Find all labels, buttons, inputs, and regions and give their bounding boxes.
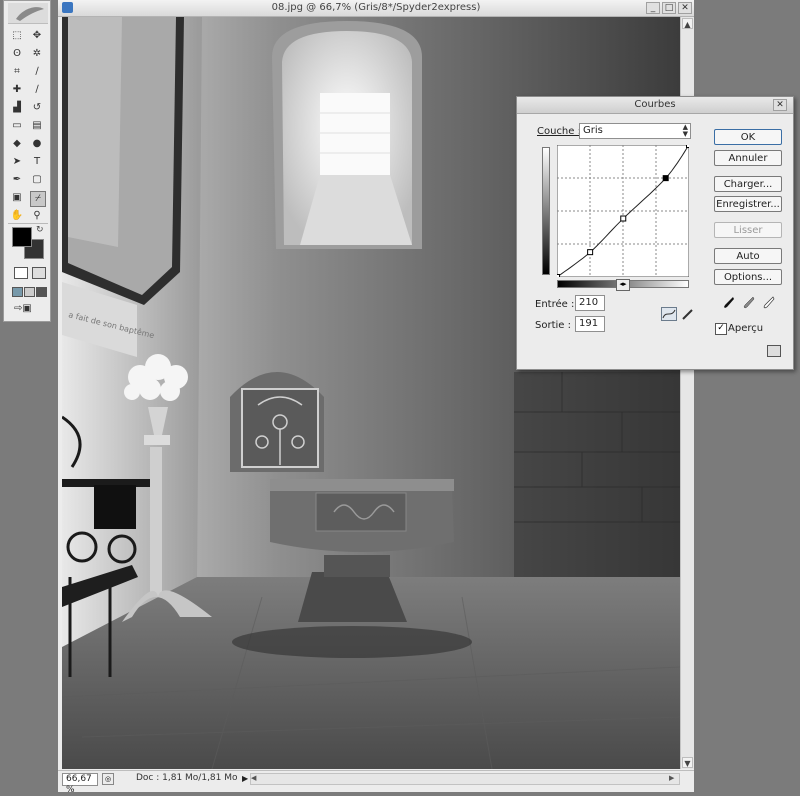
eyedropper-tool-icon[interactable]: ⌿ [30, 191, 46, 207]
gradient-toggle-icon[interactable]: ◂▸ [616, 279, 630, 291]
smooth-button[interactable]: Lisser [714, 222, 782, 238]
curve-control-point[interactable] [662, 175, 669, 182]
output-gradient-bar [542, 147, 550, 275]
status-bar: 66,67 % ◎ Doc : 1,81 Mo/1,81 Mo ▶ ◀ ▶ [58, 770, 694, 795]
black-point-eyedropper-icon[interactable] [723, 296, 735, 313]
load-button[interactable]: Charger... [714, 176, 782, 192]
scroll-left-arrow-icon[interactable]: ◀ [251, 774, 256, 782]
curve-control-point[interactable] [686, 145, 690, 148]
channel-label: Couche : [537, 126, 581, 137]
document-titlebar[interactable]: 08.jpg @ 66,7% (Gris/8*/Spyder2express) … [58, 0, 694, 17]
swap-colors-icon[interactable]: ↻ [36, 225, 44, 235]
auto-button[interactable]: Auto [714, 248, 782, 264]
healing-brush-tool-icon[interactable]: ✚ [10, 83, 24, 97]
screen-mode-standard-icon[interactable] [12, 287, 23, 297]
move-tool-icon[interactable]: ✥ [30, 29, 44, 43]
quick-mask-mode-icon[interactable] [32, 267, 46, 279]
photoshop-feather-logo [8, 3, 48, 24]
preview-checkbox[interactable]: ✓ [715, 323, 727, 335]
magic-wand-tool-icon[interactable]: ✲ [30, 47, 44, 61]
crop-tool-icon[interactable]: ⌗ [10, 65, 24, 79]
options-button[interactable]: Options... [714, 269, 782, 285]
save-button[interactable]: Enregistrer... [714, 196, 782, 212]
slice-tool-icon[interactable]: ∕ [30, 65, 44, 79]
jump-to-imageready-icon[interactable]: ⇨▣ [14, 303, 42, 315]
cancel-button[interactable]: Annuler [714, 150, 782, 166]
document-title: 08.jpg @ 66,7% (Gris/8*/Spyder2express) [271, 2, 481, 13]
gray-point-eyedropper-icon[interactable] [743, 296, 755, 313]
curves-dialog-title: Courbes [634, 99, 676, 110]
status-menu-icon[interactable]: ◎ [102, 773, 114, 785]
dodge-tool-icon[interactable]: ● [30, 137, 44, 151]
path-selection-tool-icon[interactable]: ➤ [10, 155, 24, 169]
curve-control-point[interactable] [557, 274, 560, 278]
input-label: Entrée : [535, 299, 575, 310]
status-arrow-icon[interactable]: ▶ [242, 774, 248, 783]
scroll-right-arrow-icon[interactable]: ▶ [669, 774, 674, 782]
foreground-color-swatch[interactable] [12, 227, 32, 247]
maximize-button[interactable]: □ [662, 2, 676, 14]
curve-control-point[interactable] [620, 215, 627, 222]
clone-stamp-tool-icon[interactable]: ▟ [10, 101, 24, 115]
close-button[interactable]: ✕ [678, 2, 692, 14]
output-label: Sortie : [535, 320, 571, 331]
pen-tool-icon[interactable]: ✒ [10, 173, 24, 187]
gradient-tool-icon[interactable]: ▤ [30, 119, 44, 133]
preview-label: Aperçu [728, 323, 764, 334]
curves-dialog: Courbes ✕ Couche : Gris ▲ ▼ ◂▸ Entrée : 2… [516, 96, 794, 370]
ok-button[interactable]: OK [714, 129, 782, 145]
eraser-tool-icon[interactable]: ▭ [10, 119, 24, 133]
zoom-tool-icon[interactable]: ⚲ [30, 209, 44, 223]
select-arrows-icon: ▲ ▼ [682, 123, 688, 138]
blur-tool-icon[interactable]: ◆ [10, 137, 24, 151]
brush-tool-icon[interactable]: ∕ [30, 83, 44, 97]
shape-tool-icon[interactable]: ▢ [30, 173, 44, 187]
notes-tool-icon[interactable]: ▣ [10, 191, 24, 205]
curve-control-point[interactable] [587, 249, 594, 256]
white-point-eyedropper-icon[interactable] [763, 296, 775, 313]
toolbox-panel: ⬚ ✥ ʘ ✲ ⌗ ∕ ✚ ∕ ▟ ↺ ▭ ▤ ◆ ● ➤ T ✒ ▢ ▣ ⌿ ✋ ⚲ ↻ ⇨▣ [3, 0, 51, 322]
input-value-field[interactable]: 210 [575, 295, 605, 311]
minimize-button[interactable]: _ [646, 2, 660, 14]
standard-mode-icon[interactable] [14, 267, 28, 279]
hand-tool-icon[interactable]: ✋ [10, 209, 24, 223]
output-value-field[interactable]: 191 [575, 316, 605, 332]
channel-select[interactable]: Gris ▲ ▼ [579, 123, 691, 139]
curve-points-tool-icon[interactable] [661, 307, 677, 321]
zoom-level-field[interactable]: 66,67 % [62, 773, 98, 795]
curve-pencil-tool-icon[interactable] [681, 307, 695, 321]
history-brush-tool-icon[interactable]: ↺ [30, 101, 44, 115]
screen-mode-full-icon[interactable] [36, 287, 47, 297]
scroll-up-arrow-icon[interactable]: ▲ [682, 18, 693, 29]
dialog-close-button[interactable]: ✕ [773, 99, 787, 111]
screen-mode-menu-icon[interactable] [24, 287, 35, 297]
curves-dialog-titlebar[interactable]: Courbes ✕ [517, 97, 793, 114]
scroll-down-arrow-icon[interactable]: ▼ [682, 757, 693, 768]
marquee-tool-icon[interactable]: ⬚ [10, 29, 24, 43]
curve-graph[interactable] [557, 145, 689, 277]
document-size-info: Doc : 1,81 Mo/1,81 Mo [136, 773, 238, 783]
horizontal-scrollbar[interactable]: ◀ ▶ [250, 773, 680, 785]
channel-select-value: Gris [583, 125, 603, 136]
resize-grid-icon[interactable] [767, 345, 781, 357]
lasso-tool-icon[interactable]: ʘ [10, 47, 24, 61]
type-tool-icon[interactable]: T [30, 155, 44, 169]
